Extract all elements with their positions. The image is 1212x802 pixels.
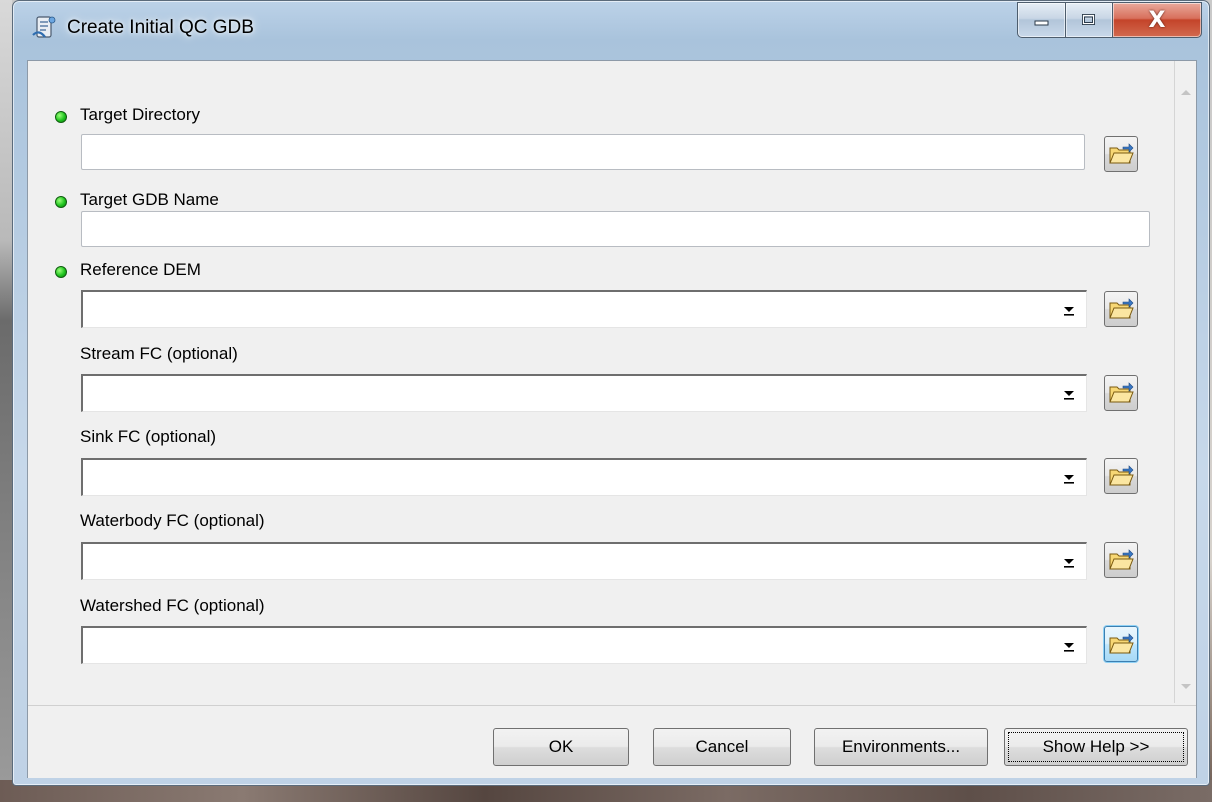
- minimize-icon: [1034, 20, 1048, 26]
- open-folder-icon: [1109, 143, 1134, 164]
- maximize-button[interactable]: [1065, 2, 1112, 38]
- environments-button[interactable]: Environments...: [814, 728, 988, 766]
- param-label-reference-dem: Reference DEM: [80, 260, 201, 279]
- maximize-icon: [1082, 14, 1095, 25]
- waterbody-fc-combo[interactable]: [81, 542, 1087, 580]
- dropdown-arrow-icon[interactable]: [1058, 383, 1080, 405]
- dropdown-arrow-icon[interactable]: [1058, 551, 1080, 573]
- client-area: Target Directory Target GDB Name Referen…: [27, 60, 1197, 778]
- desktop-background-left: [0, 0, 12, 802]
- cancel-button[interactable]: Cancel: [653, 728, 791, 766]
- dropdown-arrow-icon[interactable]: [1058, 299, 1080, 321]
- sink-fc-browse-button[interactable]: [1104, 458, 1138, 494]
- caption-buttons: X: [1017, 2, 1202, 38]
- stream-fc-browse-button[interactable]: [1104, 375, 1138, 411]
- reference-dem-combo[interactable]: [81, 290, 1087, 328]
- param-label-target-directory: Target Directory: [80, 105, 200, 124]
- param-label-waterbody-fc: Waterbody FC (optional): [80, 511, 265, 530]
- open-folder-icon: [1109, 382, 1134, 403]
- param-label-watershed-fc: Watershed FC (optional): [80, 596, 265, 615]
- dialog-button-bar: OK Cancel Environments... Show Help >>: [28, 705, 1196, 778]
- scroll-up-arrow-icon[interactable]: [1180, 87, 1192, 97]
- window-title: Create Initial QC GDB: [67, 17, 254, 38]
- minimize-button[interactable]: [1017, 2, 1065, 38]
- waterbody-fc-browse-button[interactable]: [1104, 542, 1138, 578]
- param-label-target-gdb-name: Target GDB Name: [80, 190, 219, 209]
- dropdown-arrow-icon[interactable]: [1058, 467, 1080, 489]
- ok-button[interactable]: OK: [493, 728, 629, 766]
- show-help-button[interactable]: Show Help >>: [1004, 728, 1188, 766]
- close-icon: X: [1148, 7, 1166, 33]
- target-directory-input[interactable]: [81, 134, 1085, 170]
- watershed-fc-combo[interactable]: [81, 626, 1087, 664]
- open-folder-icon: [1109, 465, 1134, 486]
- vertical-scrollbar[interactable]: [1176, 61, 1196, 703]
- parameter-pane: Target Directory Target GDB Name Referen…: [28, 61, 1196, 703]
- parameter-list: Target Directory Target GDB Name Referen…: [28, 61, 1175, 703]
- toolbox-script-icon[interactable]: [31, 15, 57, 41]
- watershed-fc-browse-button[interactable]: [1104, 626, 1138, 662]
- required-dot-icon: [55, 266, 67, 278]
- open-folder-icon: [1109, 298, 1134, 319]
- open-folder-icon: [1109, 549, 1134, 570]
- target-gdb-name-input[interactable]: [81, 211, 1150, 247]
- reference-dem-browse-button[interactable]: [1104, 291, 1138, 327]
- target-directory-browse-button[interactable]: [1104, 136, 1138, 172]
- title-bar[interactable]: Create Initial QC GDB X: [13, 1, 1209, 55]
- scroll-down-arrow-icon[interactable]: [1180, 682, 1192, 692]
- param-label-stream-fc: Stream FC (optional): [80, 344, 238, 363]
- close-button[interactable]: X: [1112, 2, 1202, 38]
- required-dot-icon: [55, 196, 67, 208]
- open-folder-icon: [1109, 633, 1134, 654]
- param-label-sink-fc: Sink FC (optional): [80, 427, 217, 446]
- sink-fc-combo[interactable]: [81, 458, 1087, 496]
- dialog-window: Create Initial QC GDB X Target Directory…: [12, 0, 1210, 786]
- dropdown-arrow-icon[interactable]: [1058, 635, 1080, 657]
- stream-fc-combo[interactable]: [81, 374, 1087, 412]
- required-dot-icon: [55, 111, 67, 123]
